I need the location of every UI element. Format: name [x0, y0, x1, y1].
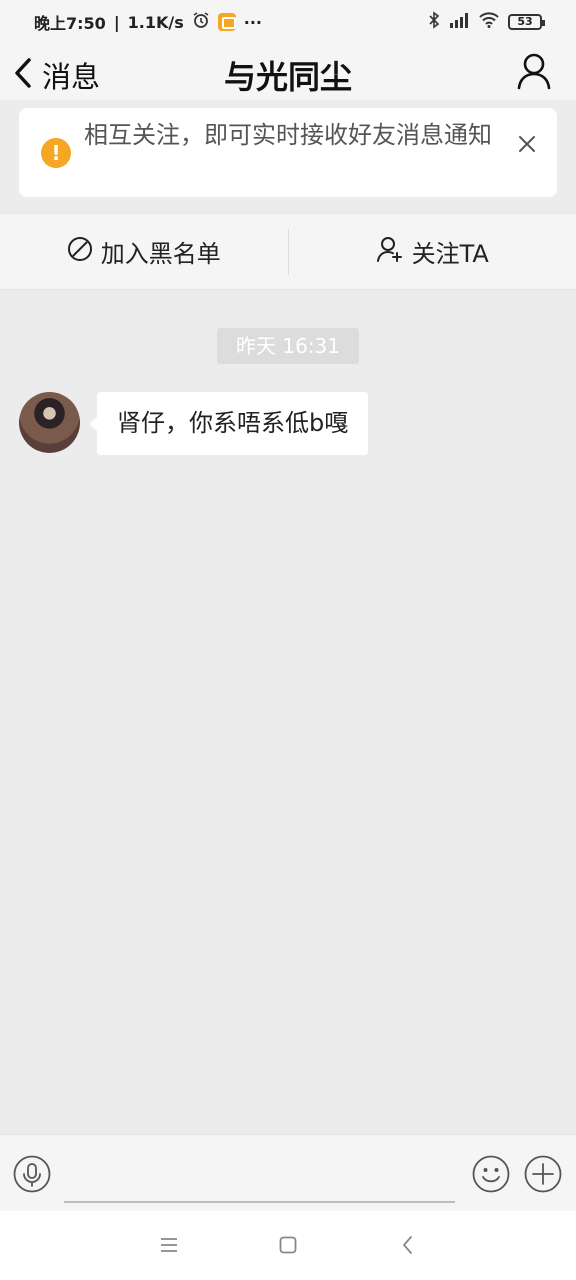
- alarm-icon: [192, 11, 210, 33]
- block-label: 加入黑名单: [100, 240, 221, 268]
- back-arrow-icon: [398, 1236, 418, 1259]
- follow-button[interactable]: 关注TA: [289, 214, 576, 289]
- network-speed: 1.1K/s: [127, 12, 184, 32]
- notification-app-icon: [217, 13, 236, 31]
- follow-label: 关注TA: [411, 240, 489, 268]
- signal-icon: [448, 11, 470, 33]
- user-icon: [516, 53, 552, 94]
- follow-notice: ! 相互关注，即可实时接收好友消息通知: [19, 108, 557, 197]
- message-bubble[interactable]: 肾仔，你系唔系低b嘎: [88, 392, 369, 455]
- message-input[interactable]: [64, 1149, 455, 1203]
- close-icon: [517, 136, 537, 158]
- exclamation-icon: !: [41, 138, 71, 168]
- profile-button[interactable]: [516, 52, 552, 94]
- message-timestamp: 昨天 16:31: [217, 328, 359, 364]
- menu-icon: [159, 1238, 179, 1259]
- notice-close-button[interactable]: [517, 134, 537, 158]
- notice-text: 相互关注，即可实时接收好友消息通知: [84, 121, 492, 149]
- system-back-button[interactable]: [398, 1235, 418, 1259]
- input-bar: [0, 1134, 576, 1211]
- action-bar: 加入黑名单 关注TA: [0, 213, 576, 290]
- wifi-icon: [478, 11, 500, 33]
- emoji-button[interactable]: [472, 1155, 510, 1197]
- system-home-button[interactable]: [278, 1235, 298, 1259]
- home-square-icon: [278, 1236, 298, 1259]
- back-label: 消息: [42, 60, 101, 94]
- status-time: 晚上7:50: [34, 14, 106, 33]
- microphone-icon: [13, 1155, 51, 1197]
- status-more: ···: [243, 12, 262, 32]
- status-bar: 晚上7:50 | 1.1K/s ··· 53: [0, 0, 576, 44]
- more-options-button[interactable]: [524, 1155, 562, 1197]
- user-plus-icon: [376, 235, 404, 269]
- nav-bar: 消息 与光同尘: [0, 44, 576, 100]
- block-button[interactable]: 加入黑名单: [0, 214, 288, 289]
- avatar[interactable]: [19, 392, 80, 453]
- back-button[interactable]: 消息: [12, 54, 100, 96]
- battery-indicator: 53: [508, 14, 545, 30]
- voice-button[interactable]: [13, 1155, 51, 1197]
- bluetooth-icon: [428, 11, 440, 33]
- chevron-left-icon: [12, 56, 34, 94]
- smiley-icon: [472, 1155, 510, 1197]
- chat-area[interactable]: 昨天 16:31 肾仔，你系唔系低b嘎: [0, 290, 576, 1134]
- prohibit-icon: [67, 236, 93, 268]
- system-nav-bar: [0, 1211, 576, 1280]
- status-left: 晚上7:50 | 1.1K/s ···: [34, 10, 262, 34]
- status-separator: |: [113, 12, 120, 32]
- status-right: 53: [428, 11, 545, 33]
- plus-icon: [524, 1155, 562, 1197]
- system-menu-button[interactable]: [159, 1235, 179, 1259]
